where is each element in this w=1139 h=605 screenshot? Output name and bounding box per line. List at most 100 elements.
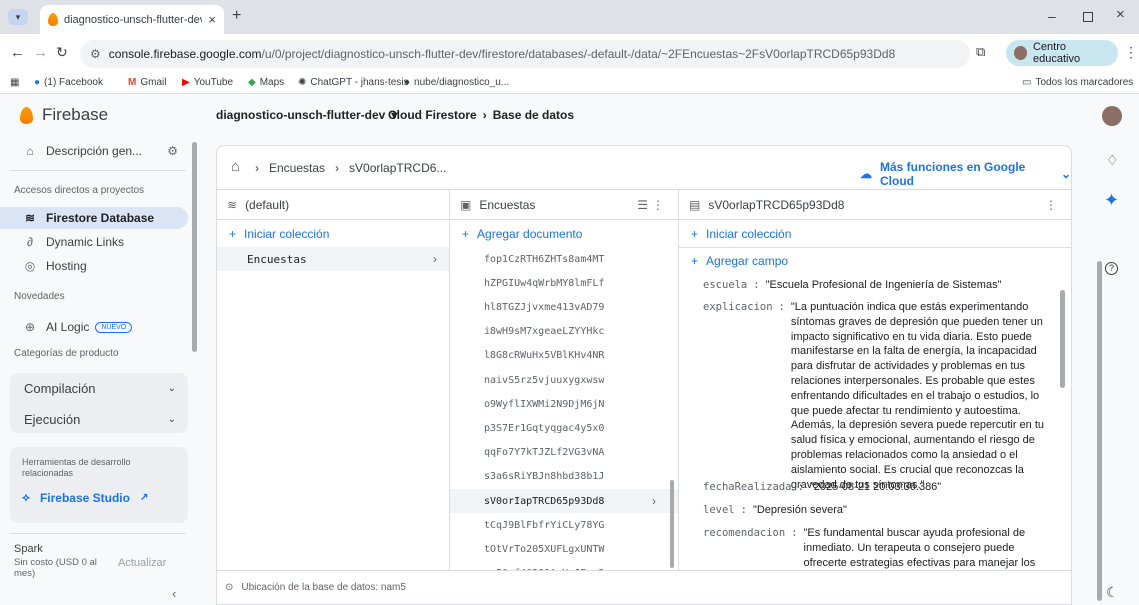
bookmark-youtube[interactable]: ▶ YouTube — [182, 77, 233, 88]
sidebar-item-ai-logic[interactable]: ⊕ AI Logic NUEVO — [10, 316, 188, 338]
sidebar-scrollbar[interactable] — [192, 142, 197, 352]
add-field-button[interactable]: + Agregar campo — [691, 254, 788, 268]
list-item[interactable]: qqFo7Y7kTJZLf2VG3vNA — [450, 441, 678, 465]
breadcrumb-database[interactable]: Base de datos — [493, 108, 574, 122]
site-info-icon[interactable]: ⚙ — [90, 47, 101, 61]
list-item[interactable]: naivS5rz5vjuuxygxwsw — [450, 368, 678, 392]
more-vert-icon[interactable]: ⋮ — [1045, 198, 1057, 212]
field-row[interactable]: recomendacion: "Es fundamental buscar ayu… — [703, 526, 1051, 570]
list-item[interactable]: o9WyflIXWMi2N9DjM6jN — [450, 392, 678, 416]
profile-label: Centro educativo — [1032, 41, 1081, 65]
more-vert-icon[interactable]: ⋮ — [652, 198, 664, 212]
minimize-icon[interactable]: – — [1048, 8, 1056, 24]
tab-search-icon[interactable]: ▾ — [8, 9, 28, 25]
maximize-icon[interactable] — [1083, 12, 1093, 22]
menu-icon[interactable]: ⋮ — [1124, 44, 1138, 61]
firebase-favicon-icon — [48, 13, 58, 26]
upgrade-button[interactable]: Actualizar — [118, 557, 166, 569]
bookmark-gmail[interactable]: M Gmail — [128, 77, 166, 88]
start-collection-button[interactable]: + Iniciar colección — [229, 227, 329, 241]
document-id: s3a6sRiYBJn8hbd38b1J — [484, 471, 605, 483]
list-item[interactable]: sV0orIapTRCD65p93Dd8 › — [450, 489, 678, 513]
field-row[interactable]: escuela: "Escuela Profesional de Ingenier… — [703, 278, 1051, 293]
chatgpt-icon: ✺ — [298, 77, 307, 88]
list-item[interactable]: s3a6sRiYBJn8hbd38b1J — [450, 465, 678, 489]
list-item[interactable]: fop1CzRTH6ZHTs8am4MT — [450, 247, 678, 271]
more-cloud-features-button[interactable]: ☁ Más funciones en Google Cloud ⌄ — [860, 160, 1071, 188]
firebase-logo-icon — [20, 107, 33, 124]
documents-column: ▣ Encuestas ☰ ⋮ + Agregar documento fop1CzR… — [450, 190, 679, 570]
new-tab-icon[interactable]: + — [232, 7, 241, 25]
document-id: hl8TGZJjvxme413vAD79 — [484, 301, 605, 313]
avatar[interactable] — [1102, 106, 1122, 126]
url-domain: console.firebase.google.com — [108, 47, 262, 61]
sidebar-item-hosting[interactable]: ◎ Hosting — [10, 255, 188, 277]
studio-label: Firebase Studio — [39, 490, 130, 505]
list-item[interactable]: hZPGIUw4qWrbMY8lmFLf — [450, 271, 678, 295]
document-icon: ▤ — [689, 197, 701, 212]
sidebar-item-firestore[interactable]: ≋ Firestore Database — [0, 207, 188, 229]
field-row[interactable]: fechaRealizada: "2025-08-21 20:03:36.386" — [703, 480, 1051, 495]
add-document-button[interactable]: + Agregar documento — [462, 227, 582, 241]
link-icon: ∂ — [27, 235, 33, 249]
list-item[interactable]: i8wH9sM7xgeaeLZYYHkc — [450, 320, 678, 344]
path-segment-document[interactable]: sV0orlapTRCD6... — [349, 161, 446, 175]
list-item[interactable]: hl8TGZJjvxme413vAD79 — [450, 295, 678, 319]
address-bar[interactable]: ⚙ console.firebase.google.com/u/0/projec… — [80, 40, 970, 68]
close-tab-icon[interactable]: × — [208, 12, 216, 27]
browser-tab[interactable]: diagnostico-unsch-flutter-dev × — [40, 5, 224, 34]
gemini-sparkle-icon[interactable]: ✦ — [1104, 190, 1119, 211]
field-key: fechaRealizada — [703, 481, 792, 493]
category-build[interactable]: Compilación ⌄ — [10, 377, 188, 399]
filter-icon[interactable]: ☰ — [637, 198, 648, 212]
sidebar-item-overview[interactable]: ⌂ Descripción gen... ⚙ — [10, 140, 188, 162]
fields-scrollbar[interactable] — [1060, 290, 1065, 388]
gmail-icon: M — [128, 77, 137, 88]
breadcrumb-cloud-firestore[interactable]: Cloud Firestore — [388, 108, 477, 122]
firebase-brand[interactable]: Firebase — [42, 105, 108, 125]
home-icon[interactable]: ⌂ — [231, 158, 240, 175]
close-window-icon[interactable]: × — [1116, 6, 1125, 23]
page-scrollbar[interactable] — [1097, 261, 1102, 601]
firestore-data-panel: ⌂ › Encuestas › sV0orlapTRCD6... ☁ Más fu… — [216, 145, 1072, 605]
settings-gear-icon[interactable]: ⚙ — [167, 144, 178, 158]
all-bookmarks[interactable]: ▭ Todos los marcadores — [1022, 77, 1133, 88]
apps-icon[interactable]: ▦ — [10, 77, 19, 88]
bookmark-github[interactable]: ● nube/diagnostico_u... — [404, 77, 509, 88]
field-row[interactable]: level: "Depresión severa" — [703, 503, 1051, 518]
reload-icon[interactable]: ↻ — [56, 44, 68, 61]
collapse-sidebar-icon[interactable]: ‹ — [172, 586, 176, 601]
field-value: "La puntuación indica que estás experime… — [790, 301, 1045, 491]
forward-icon[interactable]: → — [33, 44, 48, 61]
plan-description: Sin costo (USD 0 al mes) — [14, 557, 97, 579]
bookmark-maps[interactable]: ◆ Maps — [248, 77, 284, 88]
path-segment-collection[interactable]: Encuestas — [269, 161, 325, 175]
maps-icon: ◆ — [248, 77, 256, 88]
bookmark-chatgpt[interactable]: ✺ ChatGPT - jhans-tesis — [298, 77, 409, 88]
profile-button[interactable]: Centro educativo — [1006, 40, 1118, 66]
add-document-label: Agregar documento — [477, 227, 583, 241]
list-item[interactable]: p3S7Er1Gqtyqgac4y5x0 — [450, 416, 678, 440]
field-row[interactable]: explicacion: "La puntuación indica que es… — [703, 300, 1051, 492]
documents-scrollbar[interactable] — [670, 480, 674, 568]
start-subcollection-label: Iniciar colección — [706, 227, 792, 241]
list-item[interactable]: zs5Qmf4Q2S1AcUzJPnm3 — [450, 562, 678, 570]
list-item[interactable]: Encuestas › — [217, 247, 449, 271]
help-icon[interactable]: ? — [1105, 262, 1118, 275]
document-id: p3S7Er1Gqtyqgac4y5x0 — [484, 422, 605, 434]
dark-mode-icon[interactable]: ☾ — [1106, 584, 1119, 601]
firebase-studio-link[interactable]: ⟡ Firebase Studio ↗ — [22, 490, 148, 505]
extensions-icon[interactable]: ⧉ — [976, 44, 985, 60]
list-item[interactable]: tOtVrTo205XUFLgxUNTW — [450, 537, 678, 561]
list-item[interactable]: tCqJ9BlFbfrYiCLy78YG — [450, 513, 678, 537]
document-list: fop1CzRTH6ZHTs8am4MT hZPGIUw4qWrbMY8lmFLf… — [450, 247, 678, 570]
back-icon[interactable]: ← — [10, 44, 25, 61]
bookmark-facebook[interactable]: ● (1) Facebook — [34, 77, 103, 88]
notifications-bell-icon[interactable]: ♢ — [1106, 152, 1119, 169]
studio-icon: ⟡ — [22, 490, 30, 504]
list-item[interactable]: l8G8cRWuHx5VBlKHv4NR — [450, 344, 678, 368]
start-subcollection-button[interactable]: + Iniciar colección — [691, 227, 791, 241]
category-run[interactable]: Ejecución ⌄ — [10, 408, 188, 430]
project-selector[interactable]: diagnostico-unsch-flutter-dev ▾ — [216, 108, 397, 122]
sidebar-item-dynamic-links[interactable]: ∂ Dynamic Links — [10, 231, 188, 253]
